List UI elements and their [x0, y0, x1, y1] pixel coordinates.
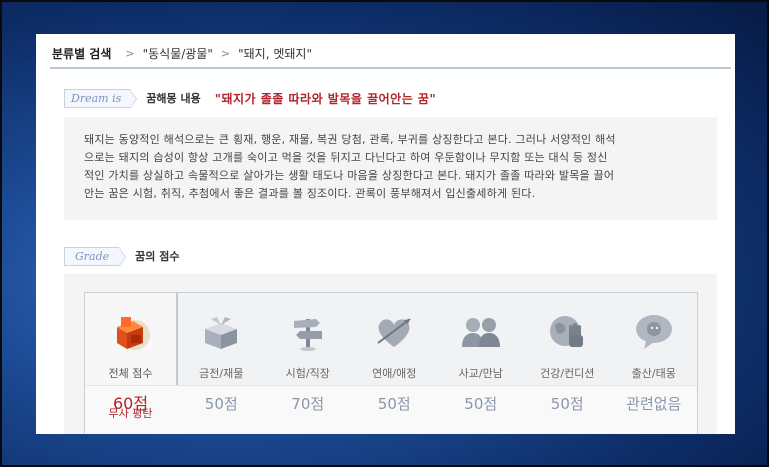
breadcrumb-root[interactable]: 분류별 검색: [52, 45, 111, 62]
breadcrumb: 분류별 검색 > "동식물/광물" > "돼지, 멧돼지": [52, 44, 312, 62]
baby-bubble-icon: [632, 309, 676, 353]
category-score: 50점: [377, 395, 411, 413]
heart-arrow-icon: [372, 309, 416, 353]
grade-tag: Grade: [64, 246, 127, 267]
signpost-icon: [286, 309, 330, 353]
category-label: 연애/애정: [372, 367, 417, 380]
breadcrumb-subcategory[interactable]: "돼지, 멧돼지": [238, 45, 312, 62]
grade-section-header: Grade 꿈의 점수: [64, 246, 180, 267]
category-score: 70점: [291, 395, 325, 413]
grade-section-label: 꿈의 점수: [135, 250, 180, 263]
content-panel: 분류별 검색 > "동식물/광물" > "돼지, 멧돼지" Dream is 꿈…: [36, 34, 735, 434]
globe-hand-icon: [545, 309, 589, 353]
total-score: 60점: [112, 394, 149, 413]
breadcrumb-divider: [50, 67, 731, 69]
giftbox-icon: [199, 309, 243, 353]
category-score: 50점: [464, 395, 498, 413]
category-label: 사교/만남: [458, 367, 503, 380]
chevron-right-icon: >: [125, 46, 135, 60]
description-line: 돼지는 동양적인 해석으로는 큰 횡재, 행운, 재물, 복권 당첨, 관록, …: [84, 133, 616, 146]
chevron-right-icon: >: [220, 46, 231, 60]
category-label: 건강/컨디션: [540, 367, 595, 380]
category-score: 관련없음: [626, 395, 682, 413]
category-score: 50점: [204, 395, 238, 413]
people-icon: [459, 309, 503, 353]
category-label: 금전/재물: [199, 367, 244, 380]
category-score: 50점: [550, 395, 584, 413]
dream-description: 돼지는 동양적인 해석으로는 큰 횡재, 행운, 재물, 복권 당첨, 관록, …: [64, 117, 717, 220]
blocks-icon: [109, 309, 153, 353]
dream-title: "돼지가 졸졸 따라와 발목을 끌어안는 꿈": [214, 91, 437, 106]
description-line: 으로는 돼지의 습성이 항상 고개를 숙이고 먹을 것을 뒤지고 다닌다고 하여…: [84, 151, 608, 164]
dream-section-label: 꿈해몽 내용: [146, 92, 201, 105]
category-label: 시험/직장: [285, 367, 330, 380]
description-line: 적인 가치를 상실하고 속물적으로 살아가는 생활 태도나 마음을 상징한다고 …: [84, 169, 615, 182]
total-label: 전체 점수: [108, 367, 153, 380]
breadcrumb-category[interactable]: "동식물/광물": [143, 45, 213, 62]
dream-section-header: Dream is 꿈해몽 내용 "돼지가 졸졸 따라와 발목을 끌어안는 꿈": [64, 88, 437, 109]
grade-table: 전체 점수 60점 무사 평탄 금전/재물 50점 시험/직장 70점 연애/애…: [84, 292, 698, 434]
total-desc: 무사 평탄: [108, 407, 153, 420]
dream-tag: Dream is: [64, 88, 138, 109]
category-label: 출산/태몽: [631, 367, 676, 380]
description-line: 안는 꿈은 시험, 취직, 추첨에서 좋은 결과를 볼 징조이다. 관록이 풍부…: [84, 187, 536, 200]
